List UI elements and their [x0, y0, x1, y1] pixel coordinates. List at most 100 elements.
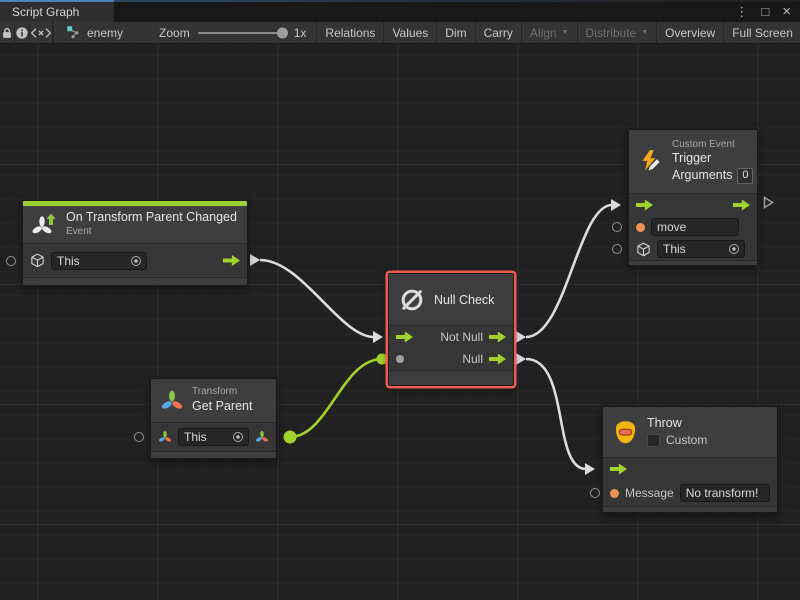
- flow-port-row: [629, 194, 757, 216]
- graph-canvas[interactable]: On Transform Parent Changed Event This N…: [0, 45, 800, 600]
- wire-getparent-to-nullcheck[interactable]: [290, 359, 382, 437]
- chevron-down-icon: ▼: [641, 29, 648, 36]
- transform-event-icon: [32, 212, 58, 238]
- node-on-transform-parent-changed[interactable]: On Transform Parent Changed Event This: [22, 200, 248, 286]
- custom-checkbox[interactable]: [647, 434, 660, 447]
- node-throw[interactable]: Throw Custom Message No transform!: [602, 406, 778, 513]
- chevron-down-icon: ▼: [562, 29, 569, 36]
- gameobject-cube-icon: [636, 242, 651, 257]
- flow-output-arrow-icon[interactable]: [489, 354, 506, 365]
- node-header: Transform Get Parent: [151, 379, 276, 423]
- code-view-button[interactable]: [30, 22, 53, 43]
- null-check-icon: [398, 286, 426, 314]
- event-name-field[interactable]: move: [651, 218, 739, 236]
- gameobject-cube-icon: [30, 253, 45, 268]
- tab-script-graph[interactable]: Script Graph: [0, 0, 114, 22]
- relations-button[interactable]: Relations: [317, 22, 384, 43]
- flow-output-port[interactable]: [763, 196, 774, 214]
- target-field[interactable]: This: [657, 240, 745, 258]
- dim-button[interactable]: Dim: [437, 22, 475, 43]
- string-value-dot-icon[interactable]: [610, 489, 619, 498]
- target-port-row: This: [629, 238, 757, 260]
- code-icon: [30, 27, 52, 39]
- node-title: Get Parent: [192, 399, 252, 415]
- node-null-check[interactable]: Null Check Not Null Null: [388, 273, 514, 386]
- align-dropdown[interactable]: Align▼: [522, 22, 578, 43]
- node-header: On Transform Parent Changed Event: [23, 206, 247, 244]
- throw-error-icon: [612, 419, 639, 446]
- value-input-port[interactable]: [612, 222, 622, 232]
- arguments-label: Arguments: [672, 168, 732, 184]
- distribute-dropdown[interactable]: Distribute▼: [578, 22, 658, 43]
- node-title: Null Check: [434, 293, 494, 307]
- wire-null-to-throw[interactable]: [526, 359, 586, 469]
- custom-event-bolt-pencil-icon: [638, 149, 664, 175]
- message-label: Message: [625, 486, 674, 500]
- arguments-count-field[interactable]: 0: [737, 168, 753, 184]
- graph-name: enemy: [87, 26, 123, 40]
- maximize-icon[interactable]: □: [761, 5, 769, 18]
- wire-notnull-to-trigger[interactable]: [526, 205, 612, 337]
- node-title: On Transform Parent Changed: [66, 210, 237, 226]
- target-port-row: This: [23, 244, 247, 277]
- target-port-row: This: [151, 423, 276, 451]
- target-field[interactable]: This: [178, 428, 249, 446]
- flow-port-row: [603, 458, 777, 480]
- value-input-port[interactable]: [6, 256, 16, 266]
- object-picker-icon[interactable]: [131, 256, 141, 266]
- value-input-dot-icon[interactable]: [396, 355, 404, 363]
- transform-type-icon: [255, 430, 269, 444]
- flow-output-arrow-icon[interactable]: [733, 200, 750, 211]
- value-input-port[interactable]: [612, 244, 622, 254]
- info-button[interactable]: [15, 22, 30, 43]
- object-picker-icon[interactable]: [233, 432, 243, 442]
- not-null-port-row: Not Null: [389, 326, 513, 348]
- values-button[interactable]: Values: [384, 22, 437, 43]
- value-output-port-getparent[interactable]: [284, 431, 297, 444]
- node-get-parent[interactable]: Transform Get Parent This: [150, 378, 277, 459]
- lock-icon: [0, 26, 14, 40]
- flow-input-arrow-icon[interactable]: [636, 200, 653, 211]
- port-label: Null: [462, 352, 483, 366]
- overview-button[interactable]: Overview: [657, 22, 724, 43]
- window-tab-strip: Script Graph ⋮ □ ×: [0, 0, 800, 22]
- flow-output-port-null[interactable]: [516, 353, 526, 365]
- zoom-slider-handle[interactable]: [277, 27, 288, 38]
- flow-input-arrow-icon[interactable]: [610, 464, 627, 475]
- flow-input-arrow-icon[interactable]: [396, 332, 413, 343]
- string-value-dot-icon[interactable]: [636, 223, 645, 232]
- node-title: Trigger: [672, 151, 753, 167]
- node-category: Custom Event: [672, 139, 753, 152]
- custom-checkbox-label: Custom: [666, 433, 707, 448]
- toolbar-right-group: Relations Values Dim Carry Align▼ Distri…: [316, 22, 800, 43]
- carry-button[interactable]: Carry: [476, 22, 522, 43]
- lock-button[interactable]: [0, 22, 15, 43]
- flow-output-port-notnull[interactable]: [516, 331, 526, 343]
- object-picker-icon[interactable]: [729, 244, 739, 254]
- node-custom-event-trigger[interactable]: Custom Event Trigger Arguments 0 move: [628, 129, 758, 266]
- graph-breadcrumb[interactable]: enemy: [54, 22, 133, 43]
- flow-output-arrow-icon[interactable]: [489, 332, 506, 343]
- port-label: Not Null: [440, 330, 483, 344]
- node-category: Transform: [192, 386, 252, 399]
- full-screen-button[interactable]: Full Screen: [724, 22, 800, 43]
- target-field[interactable]: This: [51, 252, 147, 270]
- value-input-port[interactable]: [590, 488, 600, 498]
- node-footer: [603, 506, 777, 512]
- wire-end-dot-icon: [377, 354, 388, 365]
- flow-output-arrow-icon[interactable]: [223, 255, 240, 266]
- window-controls: ⋮ □ ×: [735, 0, 800, 22]
- value-input-port[interactable]: [134, 432, 144, 442]
- message-field[interactable]: No transform!: [680, 484, 770, 502]
- flow-output-port-event[interactable]: [250, 254, 260, 266]
- transform-icon: [160, 389, 184, 413]
- wire-event-to-nullcheck[interactable]: [260, 260, 374, 337]
- graph-toolbar: enemy Zoom 1x Relations Values Dim Carry…: [0, 22, 800, 44]
- menu-kebab-icon[interactable]: ⋮: [735, 5, 748, 18]
- null-port-row: Null: [389, 348, 513, 370]
- graph-icon: [66, 25, 81, 40]
- node-header: Null Check: [389, 274, 513, 326]
- node-footer: [629, 260, 757, 265]
- close-icon[interactable]: ×: [782, 4, 791, 19]
- zoom-slider[interactable]: [198, 32, 286, 34]
